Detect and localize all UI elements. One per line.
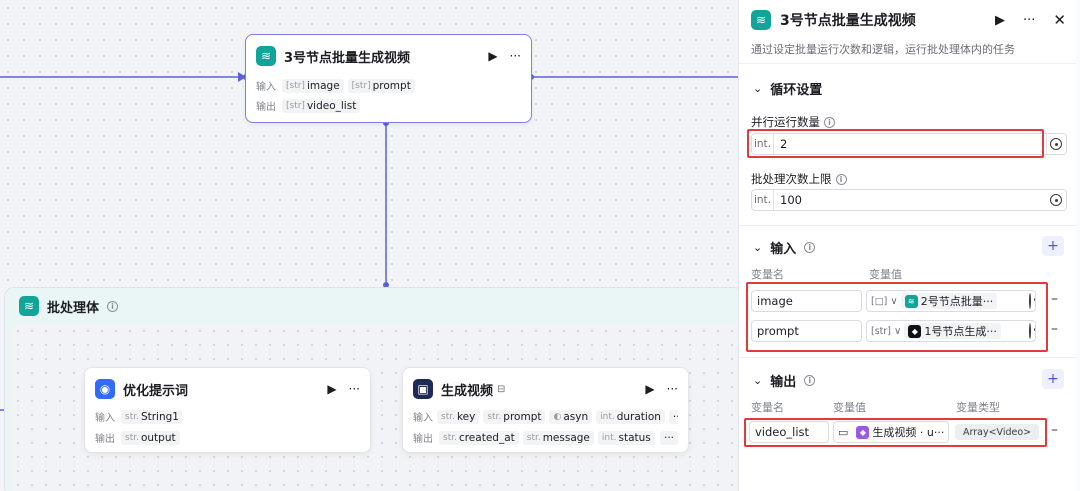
more-icon[interactable]: ··· xyxy=(1023,13,1035,28)
more-icon[interactable]: ··· xyxy=(349,382,360,396)
output-tag: str. output xyxy=(121,430,180,445)
run-icon[interactable]: ▶ xyxy=(645,382,654,396)
input-section-header[interactable]: ⌄ 输入 i xyxy=(753,238,816,257)
more-inputs-button[interactable]: ··· xyxy=(668,409,678,424)
output-tag-video-list: [str] video_list xyxy=(282,98,361,113)
variable-reference-icon xyxy=(1046,194,1066,206)
more-icon[interactable]: ··· xyxy=(510,49,521,63)
input-tag-asyn: ◐ asyn xyxy=(549,409,593,424)
loop-section-header[interactable]: ⌄ 循环设置 xyxy=(753,79,822,98)
output-tag-created-at: str. created_at xyxy=(439,430,519,445)
toggle-icon: ◐ xyxy=(553,411,562,422)
input-tag: str. String1 xyxy=(121,409,183,424)
video-node-title: 生成视频 xyxy=(441,383,494,399)
info-icon: i xyxy=(804,242,816,253)
remove-output-button[interactable]: – xyxy=(1051,422,1058,438)
highlight-box xyxy=(747,129,1044,158)
output-label: 输出 xyxy=(256,102,276,113)
input-label: 输入 xyxy=(256,82,276,93)
chevron-down-icon: ⌄ xyxy=(753,241,763,254)
optimize-prompt-node[interactable]: ◉ 优化提示词 ▶ ··· 输入 str. String1 输出 str. outp… xyxy=(84,367,371,453)
scrollbar[interactable] xyxy=(1076,0,1080,491)
group-title: 批处理体 xyxy=(47,300,100,316)
add-output-button[interactable]: + xyxy=(1042,369,1064,389)
highlight-box xyxy=(744,418,1047,447)
run-icon[interactable]: ▶ xyxy=(995,13,1005,28)
input-label: 输入 xyxy=(413,413,433,424)
var-type-header: 变量类型 xyxy=(956,401,1000,414)
plugin-badge-icon: ⊟ xyxy=(497,383,506,395)
batch-limit-input[interactable]: int. 100 xyxy=(751,189,1067,211)
output-label: 输出 xyxy=(413,434,433,445)
input-tag-prompt: str. prompt xyxy=(483,409,546,424)
input-tag-image: [str] image xyxy=(282,78,344,93)
robot-icon: ◉ xyxy=(95,379,115,399)
batch-limit-value: 100 xyxy=(780,193,802,207)
output-tag-status: int. status xyxy=(597,430,655,445)
layers-icon: ≋ xyxy=(751,10,771,30)
var-value-header: 变量值 xyxy=(833,401,866,414)
close-icon[interactable]: ✕ xyxy=(1053,11,1066,29)
chevron-down-icon: ⌄ xyxy=(753,374,763,387)
info-icon: i xyxy=(835,173,847,185)
highlight-box xyxy=(746,282,1048,352)
type-prefix: int. xyxy=(752,190,774,210)
parallel-count-label: 并行运行数量 i xyxy=(751,114,835,130)
info-icon: i xyxy=(824,116,835,128)
output-tag-message: str. message xyxy=(522,430,594,445)
run-icon[interactable]: ▶ xyxy=(327,382,336,396)
var-name-header: 变量名 xyxy=(751,268,784,281)
video-plugin-icon: ▣ xyxy=(413,379,433,399)
batch-node-title: 3号节点批量生成视频 xyxy=(284,50,411,66)
node-config-panel: ≋ 3号节点批量生成视频 ▶ ··· ✕ 通过设定批量运行次数和逻辑，运行批处理… xyxy=(738,0,1080,491)
batch-limit-label: 批处理次数上限 i xyxy=(751,171,847,187)
remove-input-button[interactable]: – xyxy=(1051,321,1058,337)
info-icon[interactable]: i xyxy=(107,300,119,312)
chevron-down-icon: ⌄ xyxy=(753,82,763,95)
input-tag-duration: int. duration xyxy=(596,409,665,424)
output-label: 输出 xyxy=(95,434,115,445)
divider xyxy=(739,63,1080,64)
batch-node[interactable]: ≋ 3号节点批量生成视频 ▶ ··· 输入 [str] image [str] pr… xyxy=(245,34,532,123)
optimize-node-title: 优化提示词 xyxy=(123,383,189,399)
var-name-header: 变量名 xyxy=(751,401,784,414)
panel-description: 通过设定批量运行次数和逻辑，运行批处理体内的任务 xyxy=(751,43,1015,56)
run-icon[interactable]: ▶ xyxy=(488,49,497,63)
remove-input-button[interactable]: – xyxy=(1051,291,1058,307)
input-tag-prompt: [str] prompt xyxy=(347,78,415,93)
output-section-header[interactable]: ⌄ 输出 i xyxy=(753,371,816,390)
panel-title: 3号节点批量生成视频 xyxy=(780,13,916,29)
input-label: 输入 xyxy=(95,413,115,424)
input-tag-key: str. key xyxy=(437,409,480,424)
var-value-header: 变量值 xyxy=(869,268,902,281)
more-outputs-button[interactable]: ··· xyxy=(659,430,678,445)
generate-video-node[interactable]: ▣ 生成视频 ⊟ ▶ ··· 输入 str. key str. prompt ◐ as… xyxy=(402,367,689,453)
layers-icon: ≋ xyxy=(19,296,39,316)
more-icon[interactable]: ··· xyxy=(667,382,678,396)
add-input-button[interactable]: + xyxy=(1042,236,1064,256)
variable-reference-icon xyxy=(1046,138,1066,150)
layers-icon: ≋ xyxy=(256,46,276,66)
info-icon: i xyxy=(804,375,816,386)
